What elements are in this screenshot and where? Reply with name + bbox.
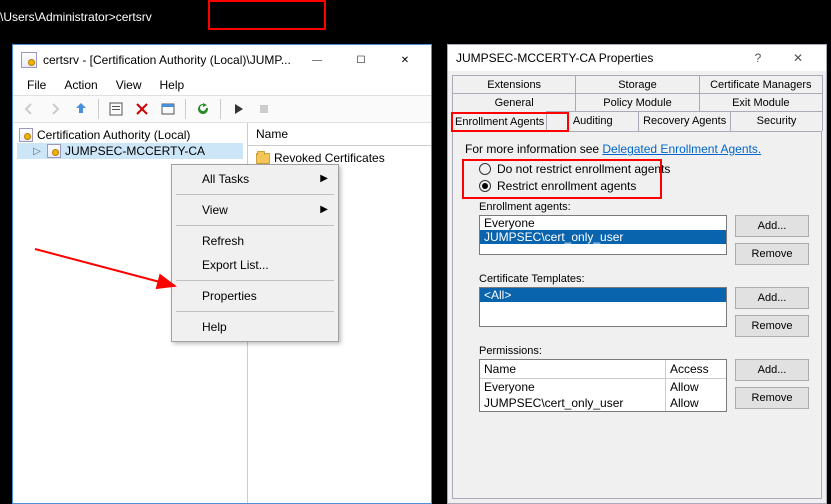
tab-certificate-managers[interactable]: Certificate Managers [699, 75, 823, 94]
submenu-arrow-icon: ▶ [320, 204, 328, 215]
back-button[interactable] [17, 97, 41, 121]
perm-row[interactable]: Everyone Allow [480, 379, 726, 395]
ctx-export-list[interactable]: Export List... [174, 253, 336, 277]
ctx-separator [176, 225, 334, 226]
folder-icon [256, 153, 270, 164]
ctx-view[interactable]: View▶ [174, 198, 336, 222]
properties-button[interactable] [104, 97, 128, 121]
agents-item[interactable]: JUMPSEC\cert_only_user [480, 230, 726, 244]
props-title: JUMPSEC-MCCERTY-CA Properties [456, 51, 738, 65]
agents-label: Enrollment agents: [479, 201, 809, 213]
menu-file[interactable]: File [19, 76, 54, 94]
remove-agent-button[interactable]: Remove [735, 243, 809, 265]
app-icon [21, 52, 37, 68]
radio-restrict[interactable]: Restrict enrollment agents [479, 179, 809, 193]
titlebar: certsrv - [Certification Authority (Loca… [13, 45, 431, 75]
add-perm-button[interactable]: Add... [735, 359, 809, 381]
close-button[interactable]: ✕ [383, 46, 427, 74]
remove-perm-button[interactable]: Remove [735, 387, 809, 409]
add-template-button[interactable]: Add... [735, 287, 809, 309]
tree-root[interactable]: Certification Authority (Local) [17, 127, 243, 143]
perms-label: Permissions: [479, 345, 809, 357]
props-titlebar: JUMPSEC-MCCERTY-CA Properties ? ✕ [448, 45, 826, 71]
perm-row[interactable]: JUMPSEC\cert_only_user Allow [480, 395, 726, 411]
ctx-separator [176, 194, 334, 195]
radio-icon [479, 180, 491, 192]
toolbar [13, 95, 431, 123]
templates-listbox[interactable]: <All> [479, 287, 727, 327]
tree-root-label: Certification Authority (Local) [37, 128, 190, 142]
properties-dialog: JUMPSEC-MCCERTY-CA Properties ? ✕ Extens… [447, 44, 827, 504]
radio-icon [479, 163, 491, 175]
tab-storage[interactable]: Storage [575, 75, 699, 94]
submenu-arrow-icon: ▶ [320, 173, 328, 184]
minimize-button[interactable]: — [295, 46, 339, 74]
ctx-all-tasks[interactable]: All Tasks▶ [174, 167, 336, 191]
radio-restrict-label: Restrict enrollment agents [497, 179, 636, 193]
forward-button[interactable] [43, 97, 67, 121]
radio-no-restrict-label: Do not restrict enrollment agents [497, 162, 670, 176]
close-button[interactable]: ✕ [778, 51, 818, 65]
tab-body: For more information see Delegated Enrol… [452, 131, 822, 499]
ctx-separator [176, 311, 334, 312]
remove-template-button[interactable]: Remove [735, 315, 809, 337]
tab-general[interactable]: General [452, 93, 576, 112]
delegated-agents-link[interactable]: Delegated Enrollment Agents. [602, 142, 761, 156]
options-button[interactable] [156, 97, 180, 121]
perm-header-access[interactable]: Access [666, 360, 726, 378]
console-command[interactable]: certsrv [116, 10, 152, 24]
ctx-refresh[interactable]: Refresh [174, 229, 336, 253]
context-menu: All Tasks▶ View▶ Refresh Export List... … [171, 164, 339, 342]
ctx-properties[interactable]: Properties [174, 284, 336, 308]
menu-view[interactable]: View [108, 76, 150, 94]
refresh-button[interactable] [191, 97, 215, 121]
tree-ca-node[interactable]: ▷ JUMPSEC-MCCERTY-CA [17, 143, 243, 159]
agents-listbox[interactable]: Everyone JUMPSEC\cert_only_user [479, 215, 727, 255]
menubar: File Action View Help [13, 75, 431, 95]
tab-extensions[interactable]: Extensions [452, 75, 576, 94]
templates-item[interactable]: <All> [480, 288, 726, 302]
console-prompt: \Users\Administrator> [0, 10, 116, 24]
add-agent-button[interactable]: Add... [735, 215, 809, 237]
permissions-table[interactable]: Name Access Everyone Allow JUMPSEC\cert_… [479, 359, 727, 412]
menu-help[interactable]: Help [152, 76, 193, 94]
up-button[interactable] [69, 97, 93, 121]
ctx-help[interactable]: Help [174, 315, 336, 339]
tab-policy-module[interactable]: Policy Module [575, 93, 699, 112]
ctx-separator [176, 280, 334, 281]
console: \Users\Administrator>certsrv [0, 0, 831, 42]
ca-icon [47, 144, 61, 158]
tab-enrollment-agents[interactable]: Enrollment Agents [452, 112, 547, 132]
tree-ca-label: JUMPSEC-MCCERTY-CA [65, 144, 205, 158]
help-button[interactable]: ? [738, 51, 778, 65]
templates-label: Certificate Templates: [479, 273, 809, 285]
window-title: certsrv - [Certification Authority (Loca… [43, 53, 295, 67]
tab-recovery-agents[interactable]: Recovery Agents [638, 111, 731, 131]
perm-header-name[interactable]: Name [480, 360, 666, 378]
delete-button[interactable] [130, 97, 154, 121]
menu-action[interactable]: Action [56, 76, 105, 94]
agents-item[interactable]: Everyone [480, 216, 726, 230]
tab-strip: Extensions Storage Certificate Managers … [448, 71, 826, 131]
expand-icon[interactable]: ▷ [31, 146, 43, 157]
play-button[interactable] [226, 97, 250, 121]
maximize-button[interactable]: ☐ [339, 46, 383, 74]
stop-button[interactable] [252, 97, 276, 121]
radio-no-restrict[interactable]: Do not restrict enrollment agents [479, 162, 809, 176]
list-header[interactable]: Name [248, 123, 431, 146]
tab-auditing[interactable]: Auditing [546, 111, 639, 131]
tab-security[interactable]: Security [730, 111, 823, 131]
certauth-icon [19, 128, 33, 142]
tab-exit-module[interactable]: Exit Module [699, 93, 823, 112]
info-text: For more information see Delegated Enrol… [465, 142, 809, 156]
